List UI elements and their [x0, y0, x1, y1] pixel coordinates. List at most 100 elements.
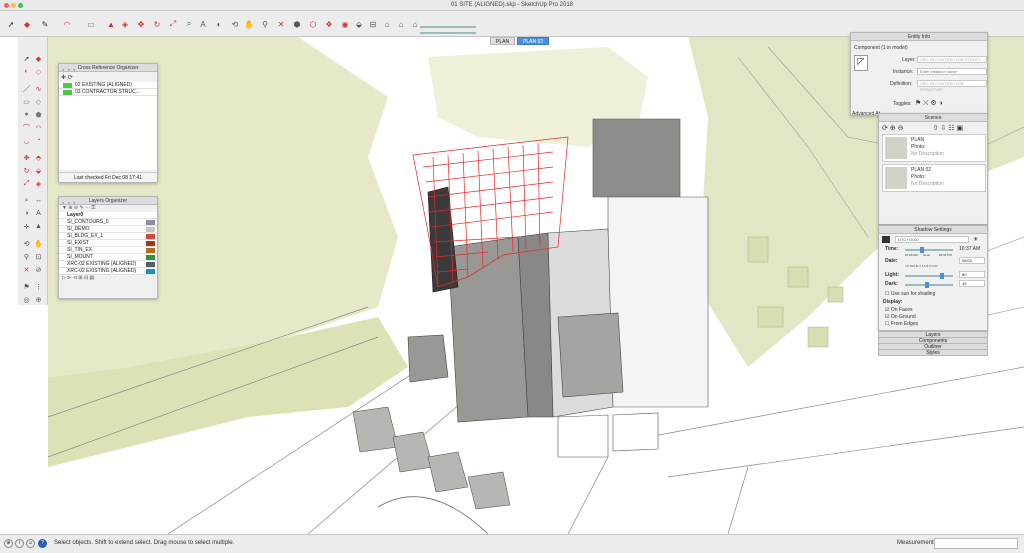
panel-title-bar[interactable]: Shadow Settings: [879, 226, 987, 234]
line-tool-icon[interactable]: ／: [21, 83, 32, 94]
circle-tool-icon[interactable]: ●: [21, 109, 32, 120]
layer-select[interactable]: XRC-03 CONTRACTOR STRUCT: [917, 56, 987, 63]
make-component-icon[interactable]: ◆: [33, 53, 44, 64]
orbit-icon[interactable]: ⟲: [21, 238, 32, 249]
time-value[interactable]: 10:37 AM: [959, 246, 980, 252]
layout-icon[interactable]: ◉: [338, 17, 352, 31]
layer-color-swatch[interactable]: [146, 220, 155, 225]
advanced-attributes-label[interactable]: Advanced At: [852, 111, 880, 117]
time-slider[interactable]: [905, 247, 953, 253]
light-value-input[interactable]: 80: [959, 271, 985, 278]
instance-name-input[interactable]: [917, 68, 987, 75]
rotate-icon[interactable]: ↻: [150, 17, 164, 31]
geo-location-icon[interactable]: ⊕: [4, 539, 13, 548]
sun-icon[interactable]: ☀: [973, 236, 978, 243]
date-input[interactable]: 08/20: [959, 257, 985, 264]
layer-row[interactable]: SI_EXIST: [59, 240, 157, 247]
offset-icon[interactable]: ◈: [33, 178, 44, 189]
warehouse-icon[interactable]: ⬢: [290, 17, 304, 31]
previous-view-icon[interactable]: ⊘: [33, 264, 44, 275]
use-sun-checkbox[interactable]: ☐ Use sun for shading: [885, 291, 935, 297]
share-model-icon[interactable]: ⬡: [306, 17, 320, 31]
iso-view-icon[interactable]: ⬙: [352, 17, 366, 31]
move-icon[interactable]: ✥: [134, 17, 148, 31]
zoom-window-button[interactable]: [18, 3, 23, 8]
arc-tool-icon[interactable]: ⌒: [21, 122, 32, 133]
zoom-extents-icon[interactable]: ✕: [274, 17, 288, 31]
add-xref-icon[interactable]: ✚ ⟳: [61, 74, 73, 81]
dark-slider-knob[interactable]: [924, 282, 929, 288]
scale-icon[interactable]: ⤢: [21, 178, 32, 189]
on-ground-checkbox[interactable]: ☑ On Ground: [885, 314, 916, 320]
scale-icon[interactable]: ⤢: [166, 17, 180, 31]
light-slider-knob[interactable]: [940, 273, 945, 279]
arc-tool-icon[interactable]: ◠: [60, 17, 74, 31]
dark-slider[interactable]: [905, 282, 953, 288]
move-icon[interactable]: ✥: [21, 152, 32, 163]
layer-color-swatch[interactable]: [146, 248, 155, 253]
tape-measure-icon[interactable]: ⌕: [182, 17, 196, 31]
tab-plan[interactable]: PLAN: [490, 37, 516, 45]
dark-value-input[interactable]: 45: [959, 280, 985, 287]
user-icon[interactable]: ☺: [26, 539, 35, 548]
rectangle-tool-icon[interactable]: ▭: [84, 17, 98, 31]
paint-bucket-icon[interactable]: ◐: [21, 66, 32, 77]
from-edges-checkbox[interactable]: ☐ From Edges: [885, 321, 918, 327]
two-point-arc-icon[interactable]: ◠: [33, 122, 44, 133]
minimize-window-button[interactable]: [11, 3, 16, 8]
layer-color-swatch[interactable]: [146, 255, 155, 260]
timezone-select[interactable]: UTC+10:00: [895, 236, 969, 243]
layer-row[interactable]: XRC-02 EXISTING (ALIGNED): [59, 268, 157, 275]
orbit-icon[interactable]: ⟲: [228, 17, 242, 31]
tab-plan-02[interactable]: PLAN 02: [517, 37, 550, 45]
select-tool-icon[interactable]: ➚: [4, 17, 18, 31]
rectangle-tool-icon[interactable]: ▭: [21, 96, 32, 107]
push-pull-icon[interactable]: ▲: [104, 17, 118, 31]
pan-icon[interactable]: ✋: [242, 17, 256, 31]
zoom-icon[interactable]: ⚲: [21, 251, 32, 262]
close-window-button[interactable]: [4, 3, 9, 8]
pan-icon[interactable]: ✋: [33, 238, 44, 249]
protractor-icon[interactable]: ◑: [21, 208, 32, 219]
layer-color-swatch[interactable]: [146, 234, 155, 239]
panel-title-bar[interactable]: ● ● ● Cross Reference Organizer: [59, 64, 157, 72]
panel-title-bar[interactable]: Scenes: [879, 114, 987, 122]
tray-styles[interactable]: Styles: [878, 349, 988, 356]
layer-row[interactable]: SI_TIN_EX: [59, 247, 157, 254]
polygon-tool-icon[interactable]: ⬟: [33, 109, 44, 120]
section-plane-icon[interactable]: ⊕: [33, 294, 44, 305]
xref-item[interactable]: 02 EXISTING (ALIGNED): [59, 82, 157, 89]
panel-title-bar[interactable]: ● ● ● Layers Organizer: [59, 197, 157, 205]
three-point-arc-icon[interactable]: ◡: [21, 135, 32, 146]
rotate-icon[interactable]: ↻: [21, 165, 32, 176]
scene-item-plan-02[interactable]: PLAN 02 Photo: No Description: [882, 164, 986, 192]
axes-tool-icon[interactable]: ✛: [21, 221, 32, 232]
line-tool-icon[interactable]: ✎: [38, 17, 52, 31]
eraser-tool-icon[interactable]: ◇: [33, 66, 44, 77]
dimension-icon[interactable]: ↔: [33, 195, 44, 206]
3d-text-icon[interactable]: ▲: [33, 221, 44, 232]
layers-bottom-toolbar[interactable]: ▷ ⊳ ⊲ ⊞ ⊟ ▤: [59, 275, 157, 282]
layer-row[interactable]: SI_CONTOURS_0: [59, 219, 157, 226]
walk-icon[interactable]: ⋮: [33, 281, 44, 292]
layer-row[interactable]: XRC-02 EXISTING (ALIGNED): [59, 261, 157, 268]
layer-row[interactable]: SI_DEMO: [59, 226, 157, 233]
extension-warehouse-icon[interactable]: ❖: [322, 17, 336, 31]
freehand-icon[interactable]: ∿: [33, 83, 44, 94]
paint-bucket-icon[interactable]: ◐: [212, 17, 226, 31]
text-tool-icon[interactable]: A: [196, 17, 210, 31]
eraser-tool-icon[interactable]: ◆: [20, 17, 34, 31]
offset-icon[interactable]: ◈: [118, 17, 132, 31]
light-slider[interactable]: [905, 273, 953, 279]
layer-row[interactable]: SI_BLDG_EX_1: [59, 233, 157, 240]
scenes-toolbar[interactable]: ⟳ ⊕ ⊖ ⇧ ⇩ ☷ ▣: [882, 124, 963, 132]
instructor-icon[interactable]: ?: [38, 539, 47, 548]
scene-item-plan[interactable]: PLAN Photo: No Description: [882, 134, 986, 162]
zoom-icon[interactable]: ⚲: [258, 17, 272, 31]
look-around-icon[interactable]: ◎: [21, 294, 32, 305]
xref-item[interactable]: 03 CONTRACTOR STRUC...: [59, 89, 157, 96]
layer-color-swatch[interactable]: [146, 262, 155, 267]
rotated-rectangle-icon[interactable]: ◇: [33, 96, 44, 107]
layer-header[interactable]: Layer0: [59, 212, 157, 219]
right-view-icon[interactable]: ⌂: [394, 17, 408, 31]
